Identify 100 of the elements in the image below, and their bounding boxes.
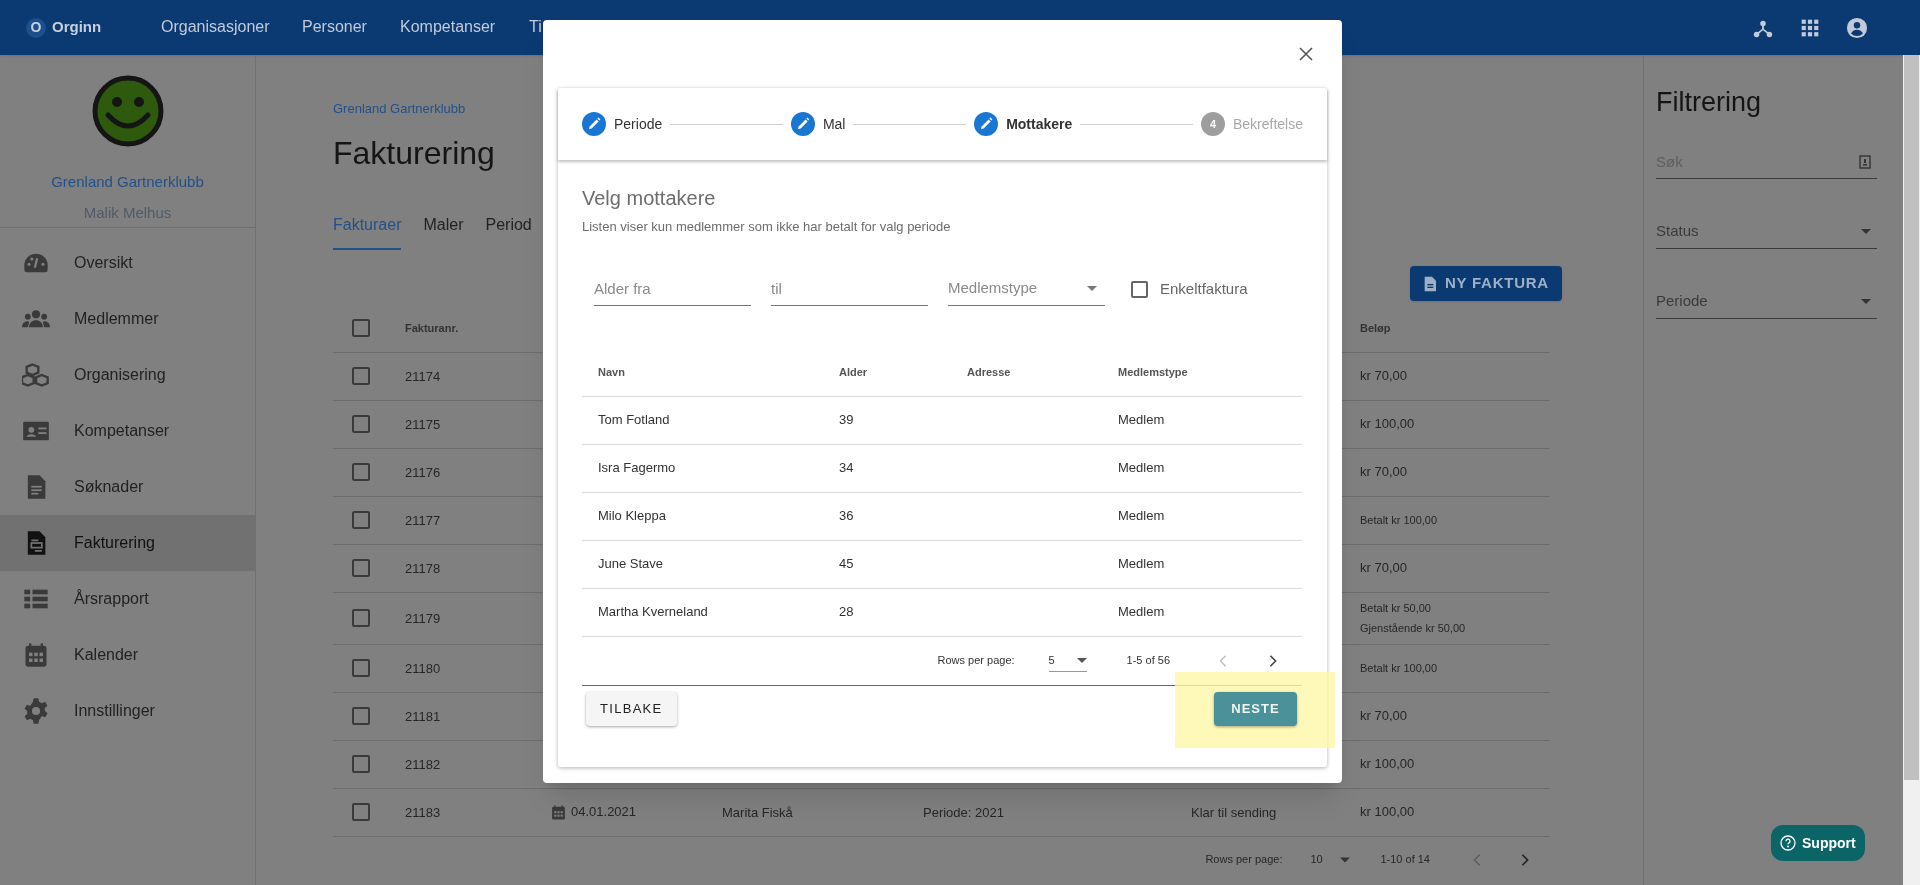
sidebar-item[interactable]: Innstillinger [0,683,255,739]
nav-link[interactable]: Organisasjoner [161,15,270,39]
pencil-icon [790,112,815,136]
table-cell-text: kr 100,00 [1360,415,1415,434]
rows-per-page-label: Rows per page: [1205,852,1283,868]
column-header: Adresse [967,365,1011,378]
organization-name[interactable]: Grenland Gartnerklubb [51,171,204,194]
table-cell: 21183 [405,805,441,820]
table-cell: Medlem [1118,412,1165,428]
column-header: Navn [598,365,625,378]
row-checkbox[interactable] [352,511,370,529]
next-button[interactable]: NESTE [1214,691,1297,726]
sidebar-item[interactable]: Årsrapport [0,571,255,627]
chevron-right-icon[interactable] [1268,653,1278,668]
sidebar-item[interactable]: Fakturering [0,515,255,571]
stepper-step[interactable]: Periode [582,112,663,136]
close-icon[interactable] [1299,47,1313,61]
row-checkbox[interactable] [352,559,370,577]
text-field[interactable]: til [771,272,928,306]
section-description: Listen viser kun medlemmer som ikke har betalt for valg periode [582,218,951,236]
column-header: Fakturanr. [405,320,460,336]
header-checkbox[interactable] [352,319,370,337]
table-cell: 21179 [405,611,441,626]
row-checkbox[interactable] [352,463,370,481]
table-cell: 21182 [405,757,441,772]
checkbox-label: Enkeltfaktura [1160,278,1248,299]
nav-link[interactable]: Personer [302,15,367,39]
checkbox[interactable] [1131,280,1148,298]
new-invoice-button[interactable]: NY FAKTURA [1410,266,1562,301]
scrollbar-thumb[interactable] [1904,55,1919,780]
rows-per-page-select[interactable]: 10 [1310,851,1351,868]
sidebar-item[interactable]: Kalender [0,627,255,683]
back-button[interactable]: TILBAKE [586,691,677,726]
table-cell: 28 [839,604,854,620]
nav-link[interactable]: Ti [529,15,542,39]
table-cell: Tom Fotland [598,412,670,428]
brand-name: Orginn [52,17,102,38]
dropdown-caret-icon [1076,657,1087,663]
row-checkbox[interactable] [352,609,370,627]
table-cell: 21175 [405,417,441,432]
table-cell: Medlem [1118,604,1165,620]
table-cell: Medlem [1118,460,1165,476]
nav-link[interactable]: Kompetanser [400,15,496,39]
table-cell: 39 [839,412,854,428]
account-icon[interactable] [1846,16,1868,39]
table-cell-text: kr 100,00 [1360,755,1415,774]
dropdown-caret-icon [1087,286,1097,291]
sidebar-item[interactable]: Søknader [0,459,255,515]
dropdown-caret-icon [1861,228,1871,234]
table-cell: June Stave [598,556,664,572]
table-cell: Medlem [1118,508,1165,524]
section-heading: Velg mottakere [582,186,716,211]
sidebar-item[interactable]: Oversikt [0,235,255,291]
table-cell: 21178 [405,561,441,576]
select-field[interactable]: Medlemstype [948,272,1105,306]
stepper-step[interactable]: Mal [790,112,846,136]
help-icon [1780,835,1796,851]
rows-per-page-select[interactable]: 5 [1048,649,1087,672]
select-field[interactable]: Status [1656,214,1877,249]
column-header: Medlemstype [1118,365,1188,378]
table-cell: 21174 [405,369,441,384]
row-checkbox[interactable] [352,707,370,725]
table-cell-text: Gjenstående kr 50,00 [1360,621,1466,636]
support-button[interactable]: Support [1771,825,1865,861]
row-checkbox[interactable] [352,755,370,773]
chevron-left-icon[interactable] [1472,852,1482,867]
table-cell: 34 [839,460,854,476]
sidebar-item[interactable]: Organisering [0,347,255,403]
row-checkbox[interactable] [352,659,370,677]
page-range: 1-5 of 56 [1126,653,1170,669]
column-header: Beløp [1360,320,1391,336]
tab[interactable]: Period [485,212,532,250]
cubes-icon [22,361,50,389]
breadcrumb-link[interactable]: Grenland Gartnerklubb [333,99,466,119]
chevron-left-icon[interactable] [1218,653,1228,668]
table-cell: 45 [839,556,854,572]
settings-icon [22,697,50,725]
table-cell: Medlem [1118,556,1165,572]
sidebar-item[interactable]: Kompetanser [0,403,255,459]
text-field[interactable]: Alder fra [594,272,751,306]
table-cell: 21177 [405,513,441,528]
table-cell: Marita Fiskå [722,805,793,820]
tab[interactable]: Maler [423,212,464,250]
apps-grid-icon[interactable] [1800,17,1820,38]
table-cell: 21176 [405,465,441,480]
tab[interactable]: Fakturaer [333,212,402,250]
sidebar-item[interactable]: Medlemmer [0,291,255,347]
row-checkbox[interactable] [352,803,370,821]
chevron-right-icon[interactable] [1520,852,1530,867]
dropdown-caret-icon [1340,856,1351,863]
row-checkbox[interactable] [352,415,370,433]
table-cell-text: Betalt kr 100,00 [1360,660,1438,676]
row-checkbox[interactable] [352,367,370,385]
logo-badge: O [26,17,46,38]
stepper-step[interactable]: Mottakere [974,112,1073,136]
select-field[interactable]: Periode [1656,284,1877,319]
table-cell-text: 04.01.2021 [571,803,637,822]
pencil-icon [582,112,606,136]
table-cell: Martha Kverneland [598,604,708,620]
table-cell: 36 [839,508,854,524]
